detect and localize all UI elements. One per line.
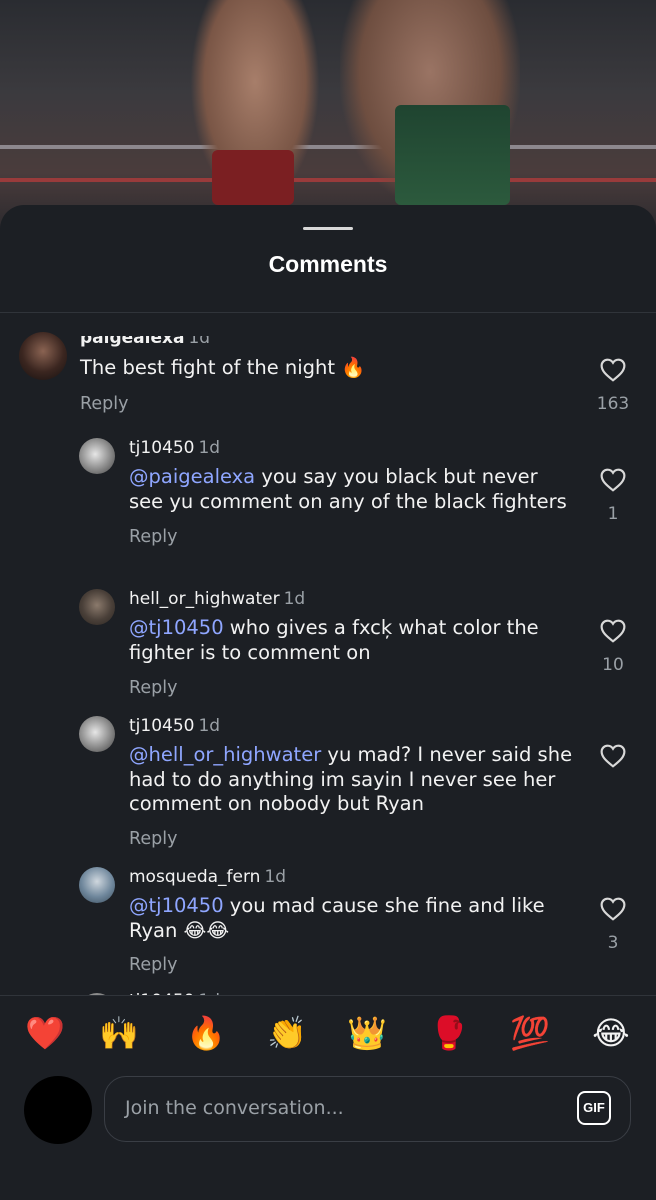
heart-icon bbox=[600, 468, 626, 492]
heart-icon bbox=[600, 358, 626, 382]
fighter-right-shorts bbox=[395, 105, 510, 205]
mention-link[interactable]: @paigealexa bbox=[129, 465, 255, 488]
fighter-right bbox=[340, 0, 520, 205]
fire-reaction-button[interactable]: 🔥 bbox=[178, 1008, 234, 1058]
comment-text: @paigealexa you say you black but never … bbox=[129, 465, 574, 514]
comment-time: 1d bbox=[188, 328, 211, 348]
ring-rope bbox=[0, 145, 656, 149]
fighter-left-shorts bbox=[212, 150, 294, 205]
comment-username[interactable]: paigealexa 1d bbox=[80, 328, 211, 348]
comment-time: 1d bbox=[264, 867, 287, 887]
crown-reaction-button[interactable]: 👑 bbox=[339, 1008, 395, 1058]
mention-link[interactable]: @hell_or_highwater bbox=[129, 743, 321, 766]
username-text[interactable]: tj10450 bbox=[129, 716, 194, 736]
comment-text: @tj10450 you mad cause she fine and like… bbox=[129, 894, 559, 943]
comment-username[interactable]: mosqueda_fern 1d bbox=[129, 867, 286, 887]
reply-button[interactable]: Reply bbox=[80, 394, 128, 414]
comment-text: @hell_or_highwater yu mad? I never said … bbox=[129, 743, 579, 817]
reply-button[interactable]: Reply bbox=[129, 829, 177, 849]
sheet-title: Comments bbox=[268, 251, 388, 277]
heart-reaction-button[interactable]: ❤️ bbox=[17, 1008, 73, 1058]
comment-input-placeholder: Join the conversation... bbox=[125, 1097, 344, 1119]
comment-username[interactable]: tj104501d bbox=[129, 716, 220, 736]
comment-time: 1d bbox=[198, 438, 221, 458]
heart-icon bbox=[600, 897, 626, 921]
like-button[interactable]: 10 bbox=[583, 619, 643, 675]
comment-username[interactable]: tj104501d bbox=[129, 438, 220, 458]
avatar[interactable] bbox=[79, 716, 115, 752]
username-text[interactable]: paigealexa bbox=[80, 336, 184, 348]
comment-text: @tj10450 who gives a fxcķ what color the… bbox=[129, 616, 569, 665]
like-button[interactable]: 3 bbox=[583, 897, 643, 953]
reply-button[interactable]: Reply bbox=[129, 527, 177, 547]
avatar[interactable] bbox=[79, 589, 115, 625]
comment-time: 1d bbox=[283, 589, 306, 609]
comment-time: 1d bbox=[198, 716, 221, 736]
raised-hands-reaction-button[interactable]: 🙌 bbox=[91, 1008, 147, 1058]
avatar[interactable] bbox=[79, 867, 115, 903]
username-text[interactable]: tj10450 bbox=[129, 438, 194, 458]
heart-icon bbox=[600, 744, 626, 768]
like-button[interactable]: 1 bbox=[583, 468, 643, 524]
comment-text: The best fight of the night 🔥 bbox=[80, 356, 366, 379]
comment-username[interactable]: hell_or_highwater 1d bbox=[129, 589, 305, 609]
reaction-row: ❤️ 🙌 🔥 👏 👑 🥊 💯 😂 bbox=[0, 1008, 656, 1058]
comment-input[interactable]: Join the conversation... GIF bbox=[104, 1076, 631, 1142]
username-text[interactable]: hell_or_highwater bbox=[129, 589, 280, 609]
avatar[interactable] bbox=[79, 438, 115, 474]
comment-list[interactable]: paigealexa 1d The best fight of the night… bbox=[0, 318, 656, 998]
video-background bbox=[0, 0, 656, 230]
like-button[interactable] bbox=[583, 744, 643, 768]
fighter-left bbox=[190, 0, 320, 205]
ring-rope bbox=[0, 178, 656, 182]
mention-link[interactable]: @tj10450 bbox=[129, 894, 224, 917]
like-count: 10 bbox=[602, 655, 624, 675]
divider bbox=[0, 312, 656, 313]
reply-button[interactable]: Reply bbox=[129, 678, 177, 698]
boxing-glove-reaction-button[interactable]: 🥊 bbox=[421, 1008, 477, 1058]
like-count: 3 bbox=[607, 933, 619, 953]
laughing-reaction-button[interactable]: 😂 bbox=[583, 1008, 639, 1058]
like-button[interactable]: 163 bbox=[583, 358, 643, 414]
sheet-grabber[interactable] bbox=[303, 227, 353, 230]
like-count: 163 bbox=[596, 394, 630, 414]
username-text[interactable]: mosqueda_fern bbox=[129, 867, 260, 887]
gif-button[interactable]: GIF bbox=[577, 1091, 611, 1125]
mention-link[interactable]: @tj10450 bbox=[129, 616, 224, 639]
composer-bar: ❤️ 🙌 🔥 👏 👑 🥊 💯 😂 Join the conversation..… bbox=[0, 995, 656, 1200]
clap-reaction-button[interactable]: 👏 bbox=[259, 1008, 315, 1058]
like-count: 1 bbox=[607, 504, 619, 524]
reply-button[interactable]: Reply bbox=[129, 955, 177, 975]
heart-icon bbox=[600, 619, 626, 643]
hundred-reaction-button[interactable]: 💯 bbox=[502, 1008, 558, 1058]
current-user-avatar[interactable] bbox=[24, 1076, 92, 1144]
avatar[interactable] bbox=[19, 332, 67, 380]
